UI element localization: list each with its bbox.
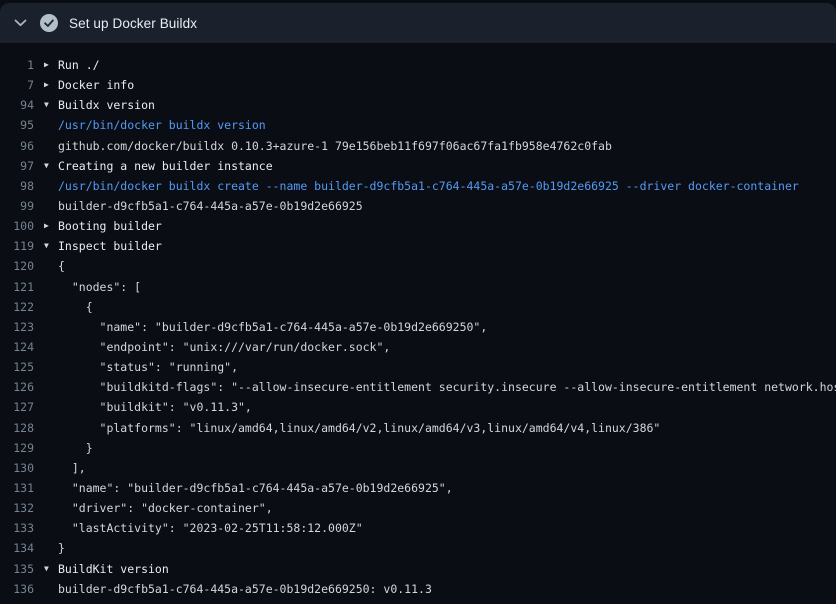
log-line-group[interactable]: 7 ▶Docker info bbox=[0, 75, 836, 95]
triangle-down-icon[interactable]: ▼ bbox=[44, 242, 58, 250]
log-line-group[interactable]: 94 ▼Buildx version bbox=[0, 95, 836, 115]
line-number[interactable]: 126 bbox=[0, 380, 34, 394]
log-line-group[interactable]: 119 ▼Inspect builder bbox=[0, 236, 836, 256]
step-header[interactable]: Set up Docker Buildx bbox=[0, 3, 836, 43]
line-number[interactable]: 94 bbox=[0, 98, 34, 112]
line-number[interactable]: 120 bbox=[0, 259, 34, 273]
log-line: 127 "buildkit": "v0.11.3", bbox=[0, 397, 836, 417]
output-text: "endpoint": "unix:///var/run/docker.sock… bbox=[58, 340, 390, 354]
group-title[interactable]: Booting builder bbox=[58, 219, 162, 233]
line-number[interactable]: 96 bbox=[0, 139, 34, 153]
output-text: "lastActivity": "2023-02-25T11:58:12.000… bbox=[58, 521, 363, 535]
log-line-group[interactable]: 135 ▼BuildKit version bbox=[0, 559, 836, 579]
triangle-down-icon[interactable]: ▼ bbox=[44, 101, 58, 109]
group-title[interactable]: Run ./ bbox=[58, 58, 100, 72]
group-title[interactable]: Inspect builder bbox=[58, 239, 162, 253]
output-text: "buildkitd-flags": "--allow-insecure-ent… bbox=[58, 380, 836, 394]
output-text: "driver": "docker-container", bbox=[58, 501, 273, 515]
line-number[interactable]: 130 bbox=[0, 461, 34, 475]
log-line: 126 "buildkitd-flags": "--allow-insecure… bbox=[0, 377, 836, 397]
output-text: } bbox=[58, 441, 93, 455]
output-text: { bbox=[58, 259, 65, 273]
line-number[interactable]: 119 bbox=[0, 239, 34, 253]
log-area: 1▶Run ./7▶Docker info94▼Buildx version95… bbox=[0, 43, 836, 599]
output-text: } bbox=[58, 541, 65, 555]
line-number[interactable]: 127 bbox=[0, 400, 34, 414]
line-number[interactable]: 121 bbox=[0, 280, 34, 294]
command-text: /usr/bin/docker buildx version bbox=[58, 118, 266, 132]
group-title[interactable]: Docker info bbox=[58, 78, 134, 92]
log-line: 124 "endpoint": "unix:///var/run/docker.… bbox=[0, 337, 836, 357]
log-line-group[interactable]: 100 ▶Booting builder bbox=[0, 216, 836, 236]
log-line: 96 github.com/docker/buildx 0.10.3+azure-… bbox=[0, 136, 836, 156]
line-number[interactable]: 135 bbox=[0, 562, 34, 576]
line-number[interactable]: 133 bbox=[0, 521, 34, 535]
line-number[interactable]: 122 bbox=[0, 300, 34, 314]
log-line: 129 } bbox=[0, 438, 836, 458]
line-number[interactable]: 98 bbox=[0, 179, 34, 193]
log-line: 95/usr/bin/docker buildx version bbox=[0, 115, 836, 135]
log-line-group[interactable]: 1 ▶Run ./ bbox=[0, 55, 836, 75]
line-number[interactable]: 136 bbox=[0, 582, 34, 596]
check-circle-icon bbox=[40, 14, 58, 32]
step-title: Set up Docker Buildx bbox=[69, 16, 197, 31]
line-number[interactable]: 1 bbox=[0, 58, 34, 72]
log-line: 136 builder-d9cfb5a1-c764-445a-a57e-0b19d… bbox=[0, 579, 836, 599]
output-text: github.com/docker/buildx 0.10.3+azure-1 … bbox=[58, 139, 612, 153]
chevron-down-icon[interactable] bbox=[13, 16, 28, 31]
triangle-down-icon[interactable]: ▼ bbox=[44, 565, 58, 573]
output-text: "platforms": "linux/amd64,linux/amd64/v2… bbox=[58, 421, 660, 435]
log-line: 128 "platforms": "linux/amd64,linux/amd6… bbox=[0, 418, 836, 438]
triangle-right-icon[interactable]: ▶ bbox=[44, 222, 58, 230]
output-text: "nodes": [ bbox=[58, 280, 141, 294]
log-line: 122 { bbox=[0, 297, 836, 317]
log-line: 99 builder-d9cfb5a1-c764-445a-a57e-0b19d2… bbox=[0, 196, 836, 216]
line-number[interactable]: 128 bbox=[0, 421, 34, 435]
line-number[interactable]: 129 bbox=[0, 441, 34, 455]
line-number[interactable]: 99 bbox=[0, 199, 34, 213]
group-title[interactable]: Buildx version bbox=[58, 98, 155, 112]
log-line: 132 "driver": "docker-container", bbox=[0, 498, 836, 518]
line-number[interactable]: 125 bbox=[0, 360, 34, 374]
triangle-down-icon[interactable]: ▼ bbox=[44, 162, 58, 170]
line-number[interactable]: 134 bbox=[0, 541, 34, 555]
line-number[interactable]: 7 bbox=[0, 78, 34, 92]
triangle-right-icon[interactable]: ▶ bbox=[44, 81, 58, 89]
log-line: 98/usr/bin/docker buildx create --name b… bbox=[0, 176, 836, 196]
group-title[interactable]: Creating a new builder instance bbox=[58, 159, 273, 173]
output-text: "status": "running", bbox=[58, 360, 238, 374]
output-text: builder-d9cfb5a1-c764-445a-a57e-0b19d2e6… bbox=[58, 199, 363, 213]
log-line: 125 "status": "running", bbox=[0, 357, 836, 377]
line-number[interactable]: 100 bbox=[0, 219, 34, 233]
log-line: 121 "nodes": [ bbox=[0, 277, 836, 297]
command-text: /usr/bin/docker buildx create --name bui… bbox=[58, 179, 799, 193]
log-line: 130 ], bbox=[0, 458, 836, 478]
log-line-group[interactable]: 97 ▼Creating a new builder instance bbox=[0, 156, 836, 176]
output-text: "name": "builder-d9cfb5a1-c764-445a-a57e… bbox=[58, 481, 453, 495]
triangle-right-icon[interactable]: ▶ bbox=[44, 61, 58, 69]
output-text: "buildkit": "v0.11.3", bbox=[58, 400, 252, 414]
log-line: 123 "name": "builder-d9cfb5a1-c764-445a-… bbox=[0, 317, 836, 337]
log-line: 120 { bbox=[0, 256, 836, 276]
output-text: { bbox=[58, 300, 93, 314]
line-number[interactable]: 95 bbox=[0, 118, 34, 132]
log-line: 133 "lastActivity": "2023-02-25T11:58:12… bbox=[0, 518, 836, 538]
line-number[interactable]: 123 bbox=[0, 320, 34, 334]
line-number[interactable]: 124 bbox=[0, 340, 34, 354]
group-title[interactable]: BuildKit version bbox=[58, 562, 169, 576]
line-number[interactable]: 132 bbox=[0, 501, 34, 515]
output-text: builder-d9cfb5a1-c764-445a-a57e-0b19d2e6… bbox=[58, 582, 432, 596]
output-text: "name": "builder-d9cfb5a1-c764-445a-a57e… bbox=[58, 320, 487, 334]
log-line: 134} bbox=[0, 538, 836, 558]
line-number[interactable]: 97 bbox=[0, 159, 34, 173]
output-text: ], bbox=[58, 461, 86, 475]
log-line: 131 "name": "builder-d9cfb5a1-c764-445a-… bbox=[0, 478, 836, 498]
line-number[interactable]: 131 bbox=[0, 481, 34, 495]
